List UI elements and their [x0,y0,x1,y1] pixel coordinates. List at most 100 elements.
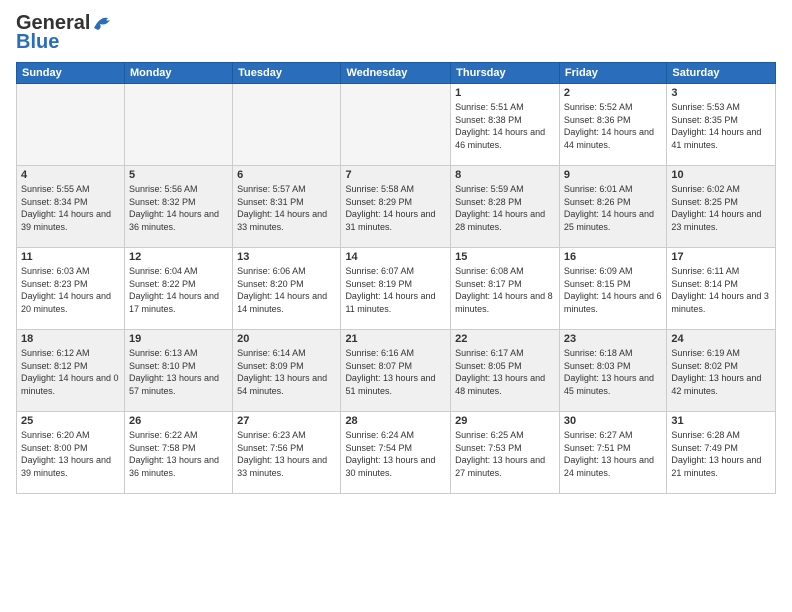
day-number: 21 [345,333,446,345]
day-info: Sunrise: 5:57 AM Sunset: 8:31 PM Dayligh… [237,183,336,233]
logo: General Blue [16,12,114,54]
day-number: 28 [345,415,446,427]
day-info: Sunrise: 6:12 AM Sunset: 8:12 PM Dayligh… [21,347,120,397]
calendar-header-sunday: Sunday [17,63,125,84]
day-info: Sunrise: 6:16 AM Sunset: 8:07 PM Dayligh… [345,347,446,397]
calendar-header-wednesday: Wednesday [341,63,451,84]
day-number: 19 [129,333,228,345]
day-info: Sunrise: 5:56 AM Sunset: 8:32 PM Dayligh… [129,183,228,233]
calendar-cell: 18Sunrise: 6:12 AM Sunset: 8:12 PM Dayli… [17,330,125,412]
day-number: 8 [455,169,555,181]
day-number: 17 [671,251,771,263]
day-number: 26 [129,415,228,427]
calendar-cell: 27Sunrise: 6:23 AM Sunset: 7:56 PM Dayli… [233,412,341,494]
day-info: Sunrise: 5:52 AM Sunset: 8:36 PM Dayligh… [564,101,662,151]
day-number: 10 [671,169,771,181]
day-info: Sunrise: 5:51 AM Sunset: 8:38 PM Dayligh… [455,101,555,151]
day-info: Sunrise: 6:04 AM Sunset: 8:22 PM Dayligh… [129,265,228,315]
calendar-cell: 13 Sunrise: 6:06 AM Sunset: 8:20 PM Dayli… [233,248,341,330]
calendar-header-saturday: Saturday [667,63,776,84]
day-number: 27 [237,415,336,427]
calendar-cell: 1 Sunrise: 5:51 AM Sunset: 8:38 PM Daylig… [451,84,560,166]
calendar-cell: 19 Sunrise: 6:13 AM Sunset: 8:10 PM Dayli… [124,330,232,412]
calendar-cell: 22Sunrise: 6:17 AM Sunset: 8:05 PM Dayli… [451,330,560,412]
day-number: 20 [237,333,336,345]
day-number: 11 [21,251,120,263]
calendar-header-monday: Monday [124,63,232,84]
calendar-week-row: 4 Sunrise: 5:55 AM Sunset: 8:34 PM Daylig… [17,166,776,248]
day-number: 1 [455,87,555,99]
day-number: 23 [564,333,662,345]
day-number: 29 [455,415,555,427]
calendar-cell: 26 Sunrise: 6:22 AM Sunset: 7:58 PM Dayli… [124,412,232,494]
calendar-cell [17,84,125,166]
day-info: Sunrise: 6:09 AM Sunset: 8:15 PM Dayligh… [564,265,662,315]
calendar-header-tuesday: Tuesday [233,63,341,84]
calendar-cell: 28 Sunrise: 6:24 AM Sunset: 7:54 PM Dayli… [341,412,451,494]
day-info: Sunrise: 6:03 AM Sunset: 8:23 PM Dayligh… [21,265,120,315]
day-number: 22 [455,333,555,345]
calendar-cell: 8 Sunrise: 5:59 AM Sunset: 8:28 PM Daylig… [451,166,560,248]
day-number: 5 [129,169,228,181]
day-number: 6 [237,169,336,181]
day-number: 14 [345,251,446,263]
calendar-cell [124,84,232,166]
logo-blue: Blue [16,31,59,54]
day-info: Sunrise: 6:13 AM Sunset: 8:10 PM Dayligh… [129,347,228,397]
calendar-cell: 11 Sunrise: 6:03 AM Sunset: 8:23 PM Dayli… [17,248,125,330]
day-number: 25 [21,415,120,427]
day-info: Sunrise: 6:20 AM Sunset: 8:00 PM Dayligh… [21,429,120,479]
day-info: Sunrise: 6:27 AM Sunset: 7:51 PM Dayligh… [564,429,662,479]
day-number: 30 [564,415,662,427]
day-number: 2 [564,87,662,99]
page: General Blue SundayMondayTuesdayWednesda… [0,0,792,612]
calendar-cell: 30 Sunrise: 6:27 AM Sunset: 7:51 PM Dayli… [559,412,666,494]
day-info: Sunrise: 6:28 AM Sunset: 7:49 PM Dayligh… [671,429,771,479]
calendar-header-friday: Friday [559,63,666,84]
day-info: Sunrise: 5:59 AM Sunset: 8:28 PM Dayligh… [455,183,555,233]
day-info: Sunrise: 6:25 AM Sunset: 7:53 PM Dayligh… [455,429,555,479]
day-number: 12 [129,251,228,263]
day-number: 9 [564,169,662,181]
calendar-cell: 7 Sunrise: 5:58 AM Sunset: 8:29 PM Daylig… [341,166,451,248]
calendar-week-row: 11 Sunrise: 6:03 AM Sunset: 8:23 PM Dayli… [17,248,776,330]
calendar-cell: 25 Sunrise: 6:20 AM Sunset: 8:00 PM Dayli… [17,412,125,494]
day-number: 24 [671,333,771,345]
calendar-cell: 2 Sunrise: 5:52 AM Sunset: 8:36 PM Daylig… [559,84,666,166]
calendar-week-row: 18Sunrise: 6:12 AM Sunset: 8:12 PM Dayli… [17,330,776,412]
day-number: 13 [237,251,336,263]
day-info: Sunrise: 6:11 AM Sunset: 8:14 PM Dayligh… [671,265,771,315]
day-info: Sunrise: 6:19 AM Sunset: 8:02 PM Dayligh… [671,347,771,397]
calendar-cell: 16 Sunrise: 6:09 AM Sunset: 8:15 PM Dayli… [559,248,666,330]
day-info: Sunrise: 6:06 AM Sunset: 8:20 PM Dayligh… [237,265,336,315]
day-info: Sunrise: 6:14 AM Sunset: 8:09 PM Dayligh… [237,347,336,397]
day-info: Sunrise: 6:18 AM Sunset: 8:03 PM Dayligh… [564,347,662,397]
day-info: Sunrise: 6:24 AM Sunset: 7:54 PM Dayligh… [345,429,446,479]
day-info: Sunrise: 5:58 AM Sunset: 8:29 PM Dayligh… [345,183,446,233]
calendar-cell [341,84,451,166]
day-number: 3 [671,87,771,99]
calendar-cell: 12 Sunrise: 6:04 AM Sunset: 8:22 PM Dayli… [124,248,232,330]
day-number: 16 [564,251,662,263]
day-info: Sunrise: 5:53 AM Sunset: 8:35 PM Dayligh… [671,101,771,151]
calendar-cell [233,84,341,166]
day-info: Sunrise: 5:55 AM Sunset: 8:34 PM Dayligh… [21,183,120,233]
day-number: 4 [21,169,120,181]
calendar-cell: 5 Sunrise: 5:56 AM Sunset: 8:32 PM Daylig… [124,166,232,248]
calendar-cell: 17 Sunrise: 6:11 AM Sunset: 8:14 PM Dayli… [667,248,776,330]
calendar-cell: 21 Sunrise: 6:16 AM Sunset: 8:07 PM Dayli… [341,330,451,412]
day-number: 31 [671,415,771,427]
day-number: 7 [345,169,446,181]
calendar-cell: 4 Sunrise: 5:55 AM Sunset: 8:34 PM Daylig… [17,166,125,248]
day-info: Sunrise: 6:22 AM Sunset: 7:58 PM Dayligh… [129,429,228,479]
day-info: Sunrise: 6:08 AM Sunset: 8:17 PM Dayligh… [455,265,555,315]
calendar-week-row: 25 Sunrise: 6:20 AM Sunset: 8:00 PM Dayli… [17,412,776,494]
day-number: 15 [455,251,555,263]
calendar-cell: 24 Sunrise: 6:19 AM Sunset: 8:02 PM Dayli… [667,330,776,412]
calendar-header-thursday: Thursday [451,63,560,84]
day-info: Sunrise: 6:07 AM Sunset: 8:19 PM Dayligh… [345,265,446,315]
calendar-cell: 29 Sunrise: 6:25 AM Sunset: 7:53 PM Dayli… [451,412,560,494]
calendar-cell: 9Sunrise: 6:01 AM Sunset: 8:26 PM Daylig… [559,166,666,248]
calendar-cell: 31 Sunrise: 6:28 AM Sunset: 7:49 PM Dayli… [667,412,776,494]
logo-bird-icon [92,14,114,32]
